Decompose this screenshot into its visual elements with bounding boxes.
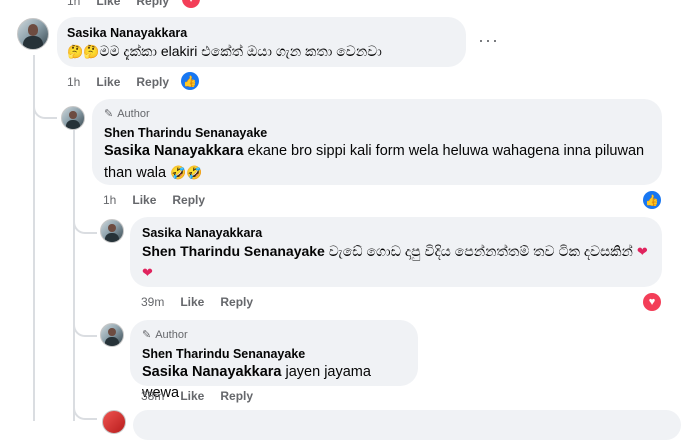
pencil-icon: ✎ [142, 329, 152, 341]
comment-meta-top: 1h Like Reply [67, 0, 169, 8]
comment-text: Sasika Nanayakkara ekane bro sippi kali … [104, 141, 650, 184]
mention-link[interactable]: Shen Tharindu Senanayake [142, 243, 325, 259]
like-reaction-icon[interactable]: 👍 [181, 72, 199, 90]
thread-connector [33, 95, 57, 119]
reply-button[interactable]: Reply [136, 75, 169, 89]
love-reaction-icon[interactable]: ♥ [643, 293, 661, 311]
timestamp: 1h [103, 193, 117, 207]
reply-button[interactable]: Reply [172, 193, 205, 207]
love-reaction-icon[interactable]: ♥ [182, 0, 200, 8]
comment-body: වැඩේ ගොඩ දාපු විදිය පෙන්නත්තම් තව ටික දව… [324, 243, 637, 259]
avatar[interactable] [61, 106, 85, 130]
timestamp: 1h [67, 0, 81, 8]
like-button[interactable]: Like [180, 389, 204, 403]
avatar[interactable] [102, 410, 126, 434]
comment-bubble: Sasika Nanayakkara Shen Tharindu Senanay… [130, 217, 662, 287]
timestamp: 39m [141, 295, 165, 309]
comment-text: Shen Tharindu Senanayake වැඩේ ගොඩ දාපු ව… [142, 241, 650, 283]
like-reaction-icon[interactable]: 👍 [643, 191, 661, 209]
reply-button[interactable]: Reply [220, 389, 253, 403]
comment-body: මම දැක්කා elakiri එකේත් ඔයා ගැන කතා වෙනව… [99, 43, 382, 59]
comment-bubble: ✎ Author Shen Tharindu Senanayake Sasika… [92, 99, 662, 185]
author-label: Author [155, 329, 188, 341]
mention-link[interactable]: Sasika Nanayakkara [142, 364, 281, 380]
commenter-name[interactable]: Shen Tharindu Senanayake [142, 346, 406, 362]
commenter-name[interactable]: Sasika Nanayakkara [67, 25, 456, 41]
comment-meta: 39m Like Reply [141, 295, 253, 309]
thread-connector [73, 212, 97, 234]
like-button[interactable]: Like [180, 295, 204, 309]
author-label: Author [117, 108, 150, 120]
commenter-name[interactable]: Shen Tharindu Senanayake [104, 125, 650, 141]
thread-connector [73, 315, 97, 337]
like-button[interactable]: Like [132, 193, 156, 207]
timestamp: 1h [67, 75, 81, 89]
timestamp: 38m [141, 389, 165, 403]
author-badge: ✎ Author [104, 107, 650, 121]
avatar[interactable] [100, 219, 124, 243]
reply-composer[interactable] [133, 410, 681, 440]
comment-meta: 1h Like Reply [67, 75, 169, 89]
comment-meta: 38m Like Reply [141, 389, 253, 403]
author-badge: ✎ Author [142, 328, 406, 342]
like-button[interactable]: Like [96, 75, 120, 89]
mention-link[interactable]: Sasika Nanayakkara [104, 143, 243, 159]
reply-button[interactable]: Reply [136, 0, 169, 8]
commenter-name[interactable]: Sasika Nanayakkara [142, 225, 650, 241]
thread-connector [73, 398, 97, 420]
like-button[interactable]: Like [96, 0, 120, 8]
emoji: 🤔🤔 [67, 44, 100, 59]
avatar[interactable] [17, 18, 49, 50]
avatar[interactable] [100, 323, 124, 347]
emoji: 🤣🤣 [170, 165, 203, 180]
thread-line-nested [73, 130, 75, 421]
comment-meta: 1h Like Reply [103, 193, 205, 207]
pencil-icon: ✎ [104, 108, 114, 120]
comment-text: 🤔🤔මම දැක්කා elakiri එකේත් ඔයා ගැන කතා වෙ… [67, 41, 456, 62]
more-options-icon[interactable]: ··· [478, 30, 499, 51]
reply-button[interactable]: Reply [220, 295, 253, 309]
comment-bubble: Sasika Nanayakkara 🤔🤔මම දැක්කා elakiri එ… [57, 17, 466, 67]
comment-bubble: ✎ Author Shen Tharindu Senanayake Sasika… [130, 320, 418, 401]
